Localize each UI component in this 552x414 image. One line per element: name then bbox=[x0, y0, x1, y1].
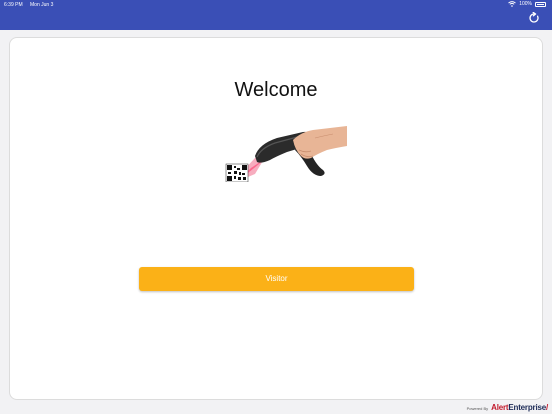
barcode-scanner-illustration bbox=[215, 124, 347, 182]
welcome-card: Welcome Visitor bbox=[9, 37, 543, 400]
brand-part1: Alert bbox=[491, 403, 509, 412]
brand-mark: / bbox=[545, 403, 548, 412]
powered-by-label: Powered By bbox=[466, 406, 489, 411]
header-bar: 6:39 PM Mon Jun 3 100% bbox=[0, 0, 552, 30]
battery-percentage: 100% bbox=[519, 1, 532, 7]
brand-part2: Enterprise bbox=[508, 403, 546, 412]
page-title: Welcome bbox=[234, 79, 318, 101]
refresh-icon bbox=[529, 12, 539, 23]
powered-by-footer: Powered By AlertEnterprise/ bbox=[466, 403, 549, 412]
status-date: Mon Jun 3 bbox=[30, 2, 54, 8]
wifi-icon bbox=[508, 1, 516, 7]
alertenterprise-logo: AlertEnterprise/ bbox=[491, 403, 548, 412]
status-time: 6:39 PM bbox=[4, 2, 23, 8]
refresh-button[interactable] bbox=[528, 12, 540, 24]
visitor-button[interactable]: Visitor bbox=[139, 267, 414, 291]
status-bar-right: 100% bbox=[508, 1, 546, 7]
battery-icon bbox=[535, 1, 546, 7]
status-bar-left: 6:39 PM Mon Jun 3 bbox=[4, 2, 59, 8]
